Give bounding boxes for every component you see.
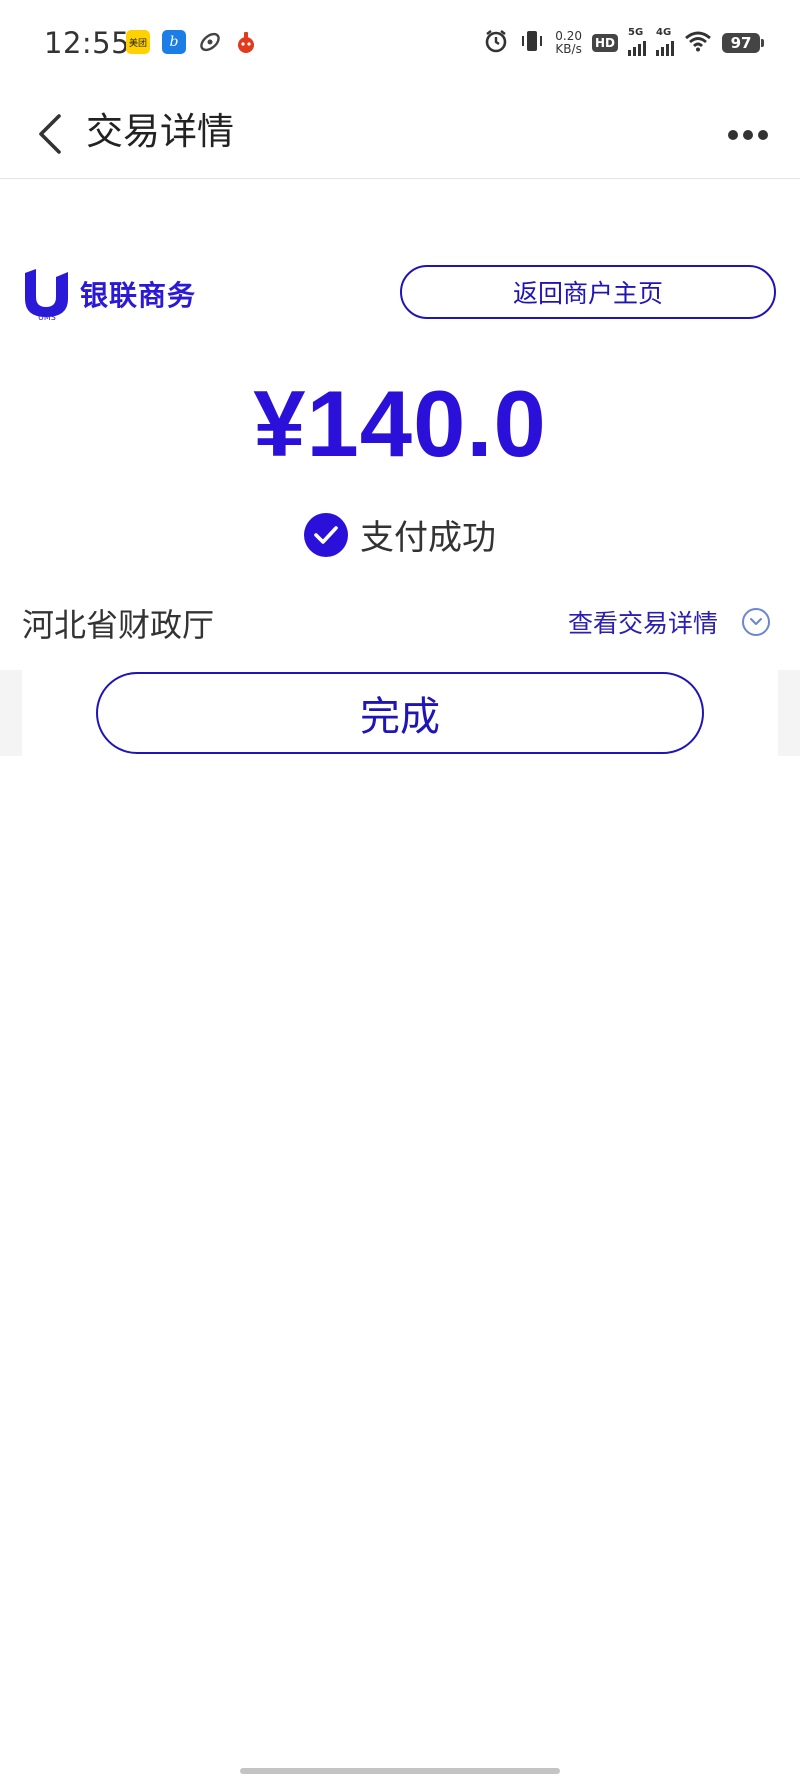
status-time: 12:55: [44, 26, 131, 60]
battery-icon: 97: [722, 33, 764, 53]
sim2-signal-icon: 4G: [656, 27, 674, 56]
brand-name: 银联商务: [80, 279, 197, 312]
red-app-icon: [234, 30, 258, 54]
ums-logo-icon: UMS: [25, 269, 68, 321]
home-indicator[interactable]: [240, 1768, 560, 1774]
alarm-icon: [483, 28, 509, 58]
ums-logo-sub: UMS: [38, 313, 56, 321]
page-title: 交易详情: [86, 110, 234, 153]
done-button[interactable]: 完成: [96, 672, 704, 754]
check-circle-icon: [304, 512, 348, 557]
view-transaction-details-link[interactable]: 查看交易详情: [568, 604, 770, 640]
sim1-network-label: 5G: [628, 26, 644, 38]
more-button[interactable]: [722, 110, 774, 160]
network-speed-value: 0.20: [555, 29, 582, 43]
app-header: 交易详情: [0, 88, 800, 179]
system-icons: 0.20 KB/s HD 5G 4G 97: [483, 27, 764, 58]
return-merchant-home-button[interactable]: 返回商户主页: [400, 265, 776, 319]
vibrate-icon: [519, 28, 545, 58]
right-edge-strip: [778, 670, 800, 756]
browser-app-icon: b: [162, 30, 186, 54]
chevron-left-icon: [39, 114, 61, 154]
hd-badge: HD: [591, 34, 618, 52]
chevron-down-circle-icon: [742, 608, 770, 636]
ums-brand-logo: UMS 银联商务: [22, 266, 212, 322]
more-dots-icon: [728, 130, 768, 140]
meituan-app-icon: 美团: [126, 30, 150, 54]
status-bar: 12:55 美团 b 0.20 KB/s HD 5G 4G 97: [0, 0, 800, 88]
back-button[interactable]: [22, 106, 78, 162]
sim1-signal-icon: 5G: [628, 27, 646, 56]
payment-amount: ¥140.0: [253, 371, 547, 476]
network-speed: 0.20 KB/s: [555, 30, 582, 56]
notification-icons: 美团 b: [126, 30, 258, 54]
swirl-app-icon: [198, 30, 222, 54]
wifi-icon: [684, 30, 712, 56]
network-speed-unit: KB/s: [555, 42, 582, 56]
payment-status: 支付成功: [0, 510, 800, 559]
view-details-label: 查看交易详情: [567, 609, 718, 638]
sim2-network-label: 4G: [656, 26, 672, 38]
payment-status-text: 支付成功: [360, 518, 496, 558]
left-edge-strip: [0, 670, 22, 756]
payee-name: 河北省财政厅: [22, 606, 215, 644]
